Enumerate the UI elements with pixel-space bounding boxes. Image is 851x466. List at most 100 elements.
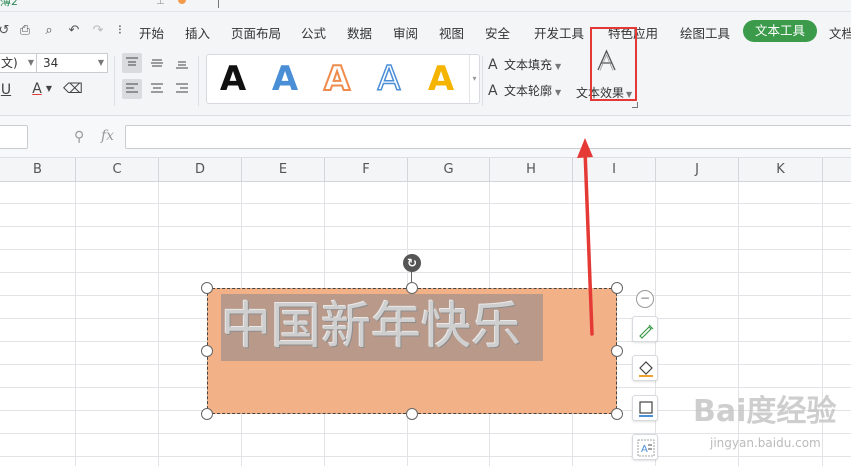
tab-data[interactable]: 数据 [347, 23, 372, 42]
grid-line [158, 182, 159, 466]
text-outline-icon: A [488, 83, 498, 99]
spreadsheet-window: 薄2 ⊥ ↺ ⎙ ⌕ ↶ ↷ ⁝ 开始 插入 页面布局 公式 数据 审阅 视图 … [0, 0, 851, 466]
column-header-b[interactable]: B [0, 158, 76, 182]
column-header-g[interactable]: G [408, 158, 490, 182]
collapse-toolbar-icon[interactable]: − [636, 290, 654, 308]
chevron-down-icon: ▼ [555, 88, 562, 97]
column-header-j[interactable]: J [656, 158, 739, 182]
annotation-arrow [577, 138, 594, 336]
document-tab-strip: 薄2 ⊥ [0, 0, 851, 12]
art-style-yellow[interactable]: A [421, 58, 461, 100]
align-left-button[interactable] [122, 79, 142, 99]
tab-page-layout[interactable]: 页面布局 [231, 23, 281, 42]
column-header-c[interactable]: C [76, 158, 159, 182]
tab-text-tools[interactable]: 文本工具 [743, 20, 817, 42]
resize-handle-right[interactable] [611, 345, 623, 357]
formula-bar: ⚲ fx [0, 116, 851, 158]
chevron-down-icon: ▼ [555, 62, 562, 71]
print-preview-icon[interactable]: ⌕ [41, 23, 57, 39]
text-outline-label: 文本轮廓 [504, 84, 553, 98]
tab-drawing-tools[interactable]: 绘图工具 [680, 23, 730, 42]
annotation-highlight-box [590, 27, 637, 101]
chevron-down-icon: ▼ [27, 58, 34, 67]
tab-security[interactable]: 安全 [485, 23, 510, 42]
column-header-k[interactable]: K [739, 158, 823, 182]
art-style-orange-outline[interactable]: A [317, 58, 357, 100]
art-style-blue-outline[interactable]: A [369, 58, 409, 100]
text-wrap-button[interactable]: A [632, 434, 658, 460]
underline-button[interactable]: U [0, 80, 17, 100]
text-outline-button[interactable]: A 文本轮廓 ▼ [488, 82, 561, 99]
undo-icon[interactable]: ↶ [66, 23, 82, 39]
unsaved-dot-icon [178, 0, 186, 4]
menu-bar: ↺ ⎙ ⌕ ↶ ↷ ⁝ 开始 插入 页面布局 公式 数据 审阅 视图 安全 开发… [0, 12, 851, 50]
tab-document[interactable]: 文档 [829, 23, 851, 42]
text-fill-button[interactable]: A 文本填充 ▼ [488, 56, 561, 73]
align-center-button[interactable] [147, 79, 167, 99]
font-name-value: 文) [1, 56, 18, 70]
print-icon[interactable]: ⎙ [17, 23, 33, 39]
font-size-select[interactable]: 34 ▼ [36, 53, 108, 73]
tab-developer[interactable]: 开发工具 [534, 23, 584, 42]
column-header-d[interactable]: D [159, 158, 242, 182]
dialog-launcher-icon[interactable] [632, 102, 638, 108]
art-style-black[interactable]: A [213, 58, 253, 100]
align-right-button[interactable] [172, 79, 192, 99]
align-middle-button[interactable] [147, 53, 167, 73]
tab-view[interactable]: 视图 [439, 23, 464, 42]
resize-handle-bottom-right[interactable] [611, 408, 623, 420]
new-tab-icon[interactable] [218, 0, 219, 8]
grid-line [0, 203, 851, 204]
text-fill-icon: A [488, 57, 498, 73]
tab-review[interactable]: 审阅 [393, 23, 418, 42]
group-separator [198, 56, 199, 106]
formula-input[interactable] [125, 125, 851, 149]
resize-handle-left[interactable] [201, 345, 213, 357]
group-separator [482, 56, 483, 106]
gallery-more-button[interactable]: ▾ [469, 55, 479, 103]
font-size-value: 34 [43, 56, 59, 70]
insert-function-icon[interactable]: fx [101, 128, 114, 144]
svg-text:A: A [641, 444, 648, 455]
grid-line [0, 226, 851, 227]
shape-style-button[interactable] [632, 316, 658, 342]
align-bottom-button[interactable] [172, 53, 192, 73]
ribbon-toolbar: 文) ▼ 34 ▼ U A ▼ ⌫ A A A A A ▾ A 文本填充 ▼ A… [0, 50, 851, 116]
tab-insert[interactable]: 插入 [185, 23, 210, 42]
rotate-handle-icon[interactable]: ↻ [403, 254, 421, 272]
align-top-button[interactable] [122, 53, 142, 73]
grid-line [0, 272, 851, 273]
tab-formulas[interactable]: 公式 [301, 23, 326, 42]
chevron-down-icon[interactable]: ▼ [44, 79, 54, 99]
font-name-select[interactable]: 文) ▼ [0, 53, 38, 73]
resize-handle-bottom-left[interactable] [201, 408, 213, 420]
watermark-logo: Bai度经验 [693, 394, 837, 429]
column-header-e[interactable]: E [242, 158, 325, 182]
text-box-content[interactable]: 中国新年快乐 [221, 294, 543, 361]
resize-handle-top-left[interactable] [201, 282, 213, 294]
art-style-blue[interactable]: A [265, 58, 305, 100]
column-header-f[interactable]: F [325, 158, 408, 182]
resize-handle-top[interactable] [406, 282, 418, 294]
redo-icon[interactable]: ↷ [90, 23, 106, 39]
watermark-url: jingyan.baidu.com [710, 436, 821, 450]
baidu-watermark: Bai度经验 jingyan.baidu.com [690, 378, 850, 464]
open-icon[interactable]: ↺ [0, 23, 12, 39]
clear-format-icon[interactable]: ⌫ [62, 79, 84, 99]
grid-line [0, 249, 851, 250]
more-icon[interactable]: ⁝ [116, 23, 124, 39]
resize-handle-bottom[interactable] [406, 408, 418, 420]
shape-outline-button[interactable] [632, 395, 658, 421]
grid-line [75, 182, 76, 466]
name-box[interactable] [0, 125, 28, 149]
tab-pin-icon[interactable]: ⊥ [156, 0, 166, 7]
group-separator [114, 56, 115, 106]
zoom-icon[interactable]: ⚲ [74, 129, 84, 145]
document-tab[interactable]: 薄2 [0, 0, 18, 9]
text-fill-label: 文本填充 [504, 58, 553, 72]
tab-home[interactable]: 开始 [139, 23, 164, 42]
shape-fill-button[interactable] [632, 355, 658, 381]
text-style-gallery: A A A A A ▾ [206, 54, 480, 104]
chevron-down-icon: ▼ [97, 58, 104, 67]
column-header-row: B C D E F G H I J K [0, 158, 851, 182]
